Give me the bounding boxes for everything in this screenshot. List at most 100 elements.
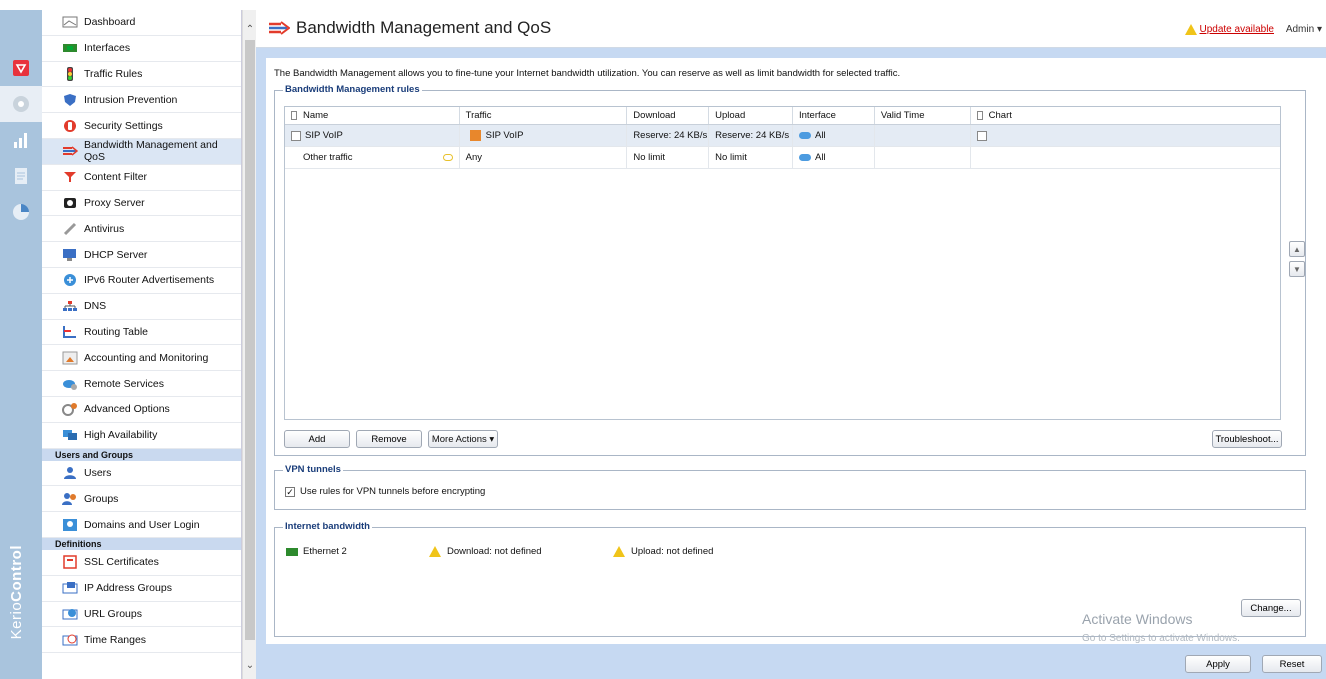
sidebar-scrollbar[interactable]: ⌃ ⌄ xyxy=(242,10,256,679)
internet-interface: Ethernet 2 xyxy=(285,546,347,557)
sidebar-item-accounting-monitoring[interactable]: Accounting and Monitoring xyxy=(42,345,241,372)
routing-icon xyxy=(62,325,78,339)
column-header-valid-time[interactable]: Valid Time xyxy=(875,107,971,124)
column-header-download[interactable]: Download xyxy=(627,107,710,124)
apply-button[interactable]: Apply xyxy=(1185,655,1251,673)
chevron-up-icon[interactable]: ⌃ xyxy=(244,24,256,36)
more-actions-button[interactable]: More Actions ▾ xyxy=(428,430,498,448)
sidebar-item-time-ranges[interactable]: Time Ranges xyxy=(42,627,241,654)
sidebar-item-label: Antivirus xyxy=(84,222,125,235)
troubleshoot-button[interactable]: Troubleshoot... xyxy=(1212,430,1282,448)
logs-rail-button[interactable] xyxy=(0,158,42,194)
sidebar-item-dashboard[interactable]: Dashboard xyxy=(42,10,241,36)
sidebar-item-url-groups[interactable]: URL Groups xyxy=(42,602,241,628)
column-label: Traffic xyxy=(465,109,492,121)
column-label: Interface xyxy=(798,109,836,121)
sidebar-item-proxy-server[interactable]: Proxy Server xyxy=(42,191,241,217)
column-header-chart[interactable]: Chart xyxy=(971,107,1280,124)
bandwidth-icon xyxy=(62,144,78,158)
gears-icon xyxy=(62,402,78,417)
sidebar-item-advanced-options[interactable]: Advanced Options xyxy=(42,397,241,423)
chevron-down-icon[interactable]: ⌄ xyxy=(244,660,256,672)
sidebar-item-domains-user-login[interactable]: Domains and User Login xyxy=(42,512,241,538)
shield-icon xyxy=(13,60,29,76)
status-rail-button[interactable] xyxy=(0,194,42,230)
column-options-icon xyxy=(976,111,983,120)
sidebar-item-traffic-rules[interactable]: Traffic Rules xyxy=(42,62,241,88)
sidebar-item-remote-services[interactable]: Remote Services xyxy=(42,371,241,397)
sidebar-item-high-availability[interactable]: High Availability xyxy=(42,423,241,449)
proxy-icon xyxy=(62,196,78,210)
sidebar-item-interfaces[interactable]: Interfaces xyxy=(42,36,241,62)
ipv6-icon xyxy=(62,273,78,287)
move-up-button[interactable]: ▲ xyxy=(1289,241,1305,257)
shield-rail-button[interactable] xyxy=(0,50,42,86)
group-icon xyxy=(62,492,78,506)
sidebar-item-content-filter[interactable]: Content Filter xyxy=(42,165,241,191)
caret-down-icon: ▾ xyxy=(1316,24,1322,35)
sidebar-item-bandwidth-management[interactable]: Bandwidth Management and QoS xyxy=(42,138,241,165)
shield-icon xyxy=(62,93,78,107)
sidebar-item-label: High Availability xyxy=(84,429,158,442)
sidebar-item-users[interactable]: Users xyxy=(42,461,241,487)
page-title: Bandwidth Management and QoS xyxy=(268,18,551,38)
page-header: Bandwidth Management and QoS Update avai… xyxy=(256,10,1326,48)
sidebar-item-dns[interactable]: DNS xyxy=(42,294,241,320)
sidebar-item-label: Domains and User Login xyxy=(84,518,200,531)
upload-status-text: Upload: not defined xyxy=(631,546,714,557)
vpn-rules-checkbox[interactable]: ✓ xyxy=(285,486,295,497)
sidebar-item-ssl-certificates[interactable]: SSL Certificates xyxy=(42,550,241,576)
bandwidth-icon xyxy=(269,21,290,35)
admin-menu[interactable]: Admin ▾ xyxy=(1286,24,1322,35)
url-group-icon xyxy=(62,607,78,621)
sidebar-item-label: IP Address Groups xyxy=(84,582,172,595)
content-panel: The Bandwidth Management allows you to f… xyxy=(266,58,1326,644)
change-button[interactable]: Change... xyxy=(1241,599,1301,617)
remove-button[interactable]: Remove xyxy=(356,430,422,448)
rule-download: No limit xyxy=(633,152,665,163)
sidebar-item-ipv6-router-advertisements[interactable]: IPv6 Router Advertisements xyxy=(42,268,241,294)
sidebar-item-groups[interactable]: Groups xyxy=(42,486,241,513)
sidebar-item-security-settings[interactable]: Security Settings xyxy=(42,113,241,139)
scrollbar-thumb[interactable] xyxy=(245,40,255,640)
column-header-name[interactable]: Name xyxy=(285,107,460,124)
vpn-rules-option[interactable]: ✓ Use rules for VPN tunnels before encry… xyxy=(285,486,485,497)
sidebar-item-intrusion-prevention[interactable]: Intrusion Prevention xyxy=(42,87,241,114)
table-row[interactable]: Other traffic Any No limit No limit All xyxy=(285,147,1280,169)
sidebar-item-label: Bandwidth Management and QoS xyxy=(84,139,218,164)
update-available-link[interactable]: Update available xyxy=(1184,24,1274,35)
section-header-definitions: Definitions xyxy=(42,537,241,550)
settings-rail-button[interactable] xyxy=(0,86,42,122)
sidebar-nav: Dashboard Interfaces Traffic Rules Intru… xyxy=(42,10,242,679)
rules-table: Name Traffic Download Upload Interface V… xyxy=(284,106,1281,420)
comment-icon xyxy=(442,154,453,161)
column-options-icon xyxy=(291,111,297,120)
sidebar-item-label: Intrusion Prevention xyxy=(84,93,178,106)
chart-checkbox[interactable] xyxy=(976,130,987,141)
column-header-upload[interactable]: Upload xyxy=(709,107,793,124)
domain-user-icon xyxy=(62,518,78,532)
rule-enable-checkbox[interactable] xyxy=(291,130,301,141)
column-label: Upload xyxy=(715,109,746,121)
sidebar-item-label: Dashboard xyxy=(84,16,136,29)
sidebar-item-label: Remote Services xyxy=(84,377,164,390)
sidebar-item-antivirus[interactable]: Antivirus xyxy=(42,216,241,243)
sidebar-item-label: Routing Table xyxy=(84,325,149,338)
column-header-interface[interactable]: Interface xyxy=(793,107,875,124)
document-icon xyxy=(15,168,27,184)
move-down-button[interactable]: ▼ xyxy=(1289,261,1305,277)
reset-button[interactable]: Reset xyxy=(1262,655,1322,673)
sidebar-item-routing-table[interactable]: Routing Table xyxy=(42,320,241,346)
interface-name: Ethernet 2 xyxy=(303,546,347,557)
stats-rail-button[interactable] xyxy=(0,122,42,158)
column-header-traffic[interactable]: Traffic xyxy=(460,107,628,124)
rule-upload: Reserve: 24 KB/s xyxy=(715,130,790,141)
hand-stop-icon xyxy=(62,119,78,133)
add-button[interactable]: Add xyxy=(284,430,350,448)
sidebar-item-ip-address-groups[interactable]: IP Address Groups xyxy=(42,576,241,602)
sidebar-item-label: SSL Certificates xyxy=(84,556,159,569)
sidebar-item-dhcp-server[interactable]: DHCP Server xyxy=(42,242,241,268)
column-label: Chart xyxy=(988,109,1012,121)
table-row[interactable]: SIP VoIP SIP VoIP Reserve: 24 KB/s Reser… xyxy=(285,125,1280,147)
activation-watermark: Activate Windows Go to Settings to activ… xyxy=(1082,611,1240,644)
